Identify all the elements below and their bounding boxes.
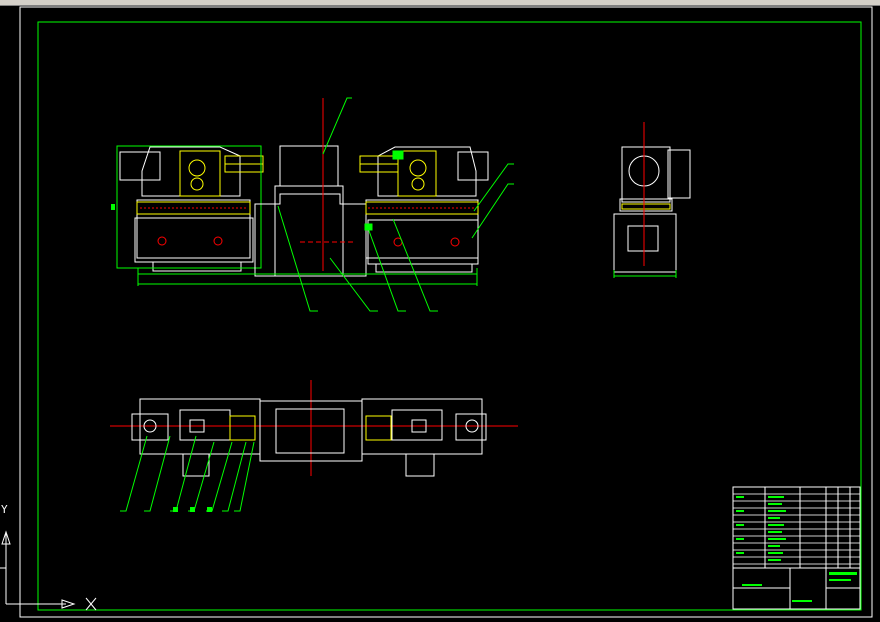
title-block xyxy=(732,486,861,610)
cad-model-space[interactable] xyxy=(0,6,880,622)
title-block-text-marks xyxy=(736,496,857,602)
drawing-frame xyxy=(19,6,873,618)
title-block-rows xyxy=(733,493,860,565)
top-view xyxy=(110,380,518,512)
front-view xyxy=(111,97,514,312)
ucs-y-label: Y xyxy=(1,503,8,516)
ucs-icon xyxy=(0,530,97,611)
side-view xyxy=(613,122,691,278)
